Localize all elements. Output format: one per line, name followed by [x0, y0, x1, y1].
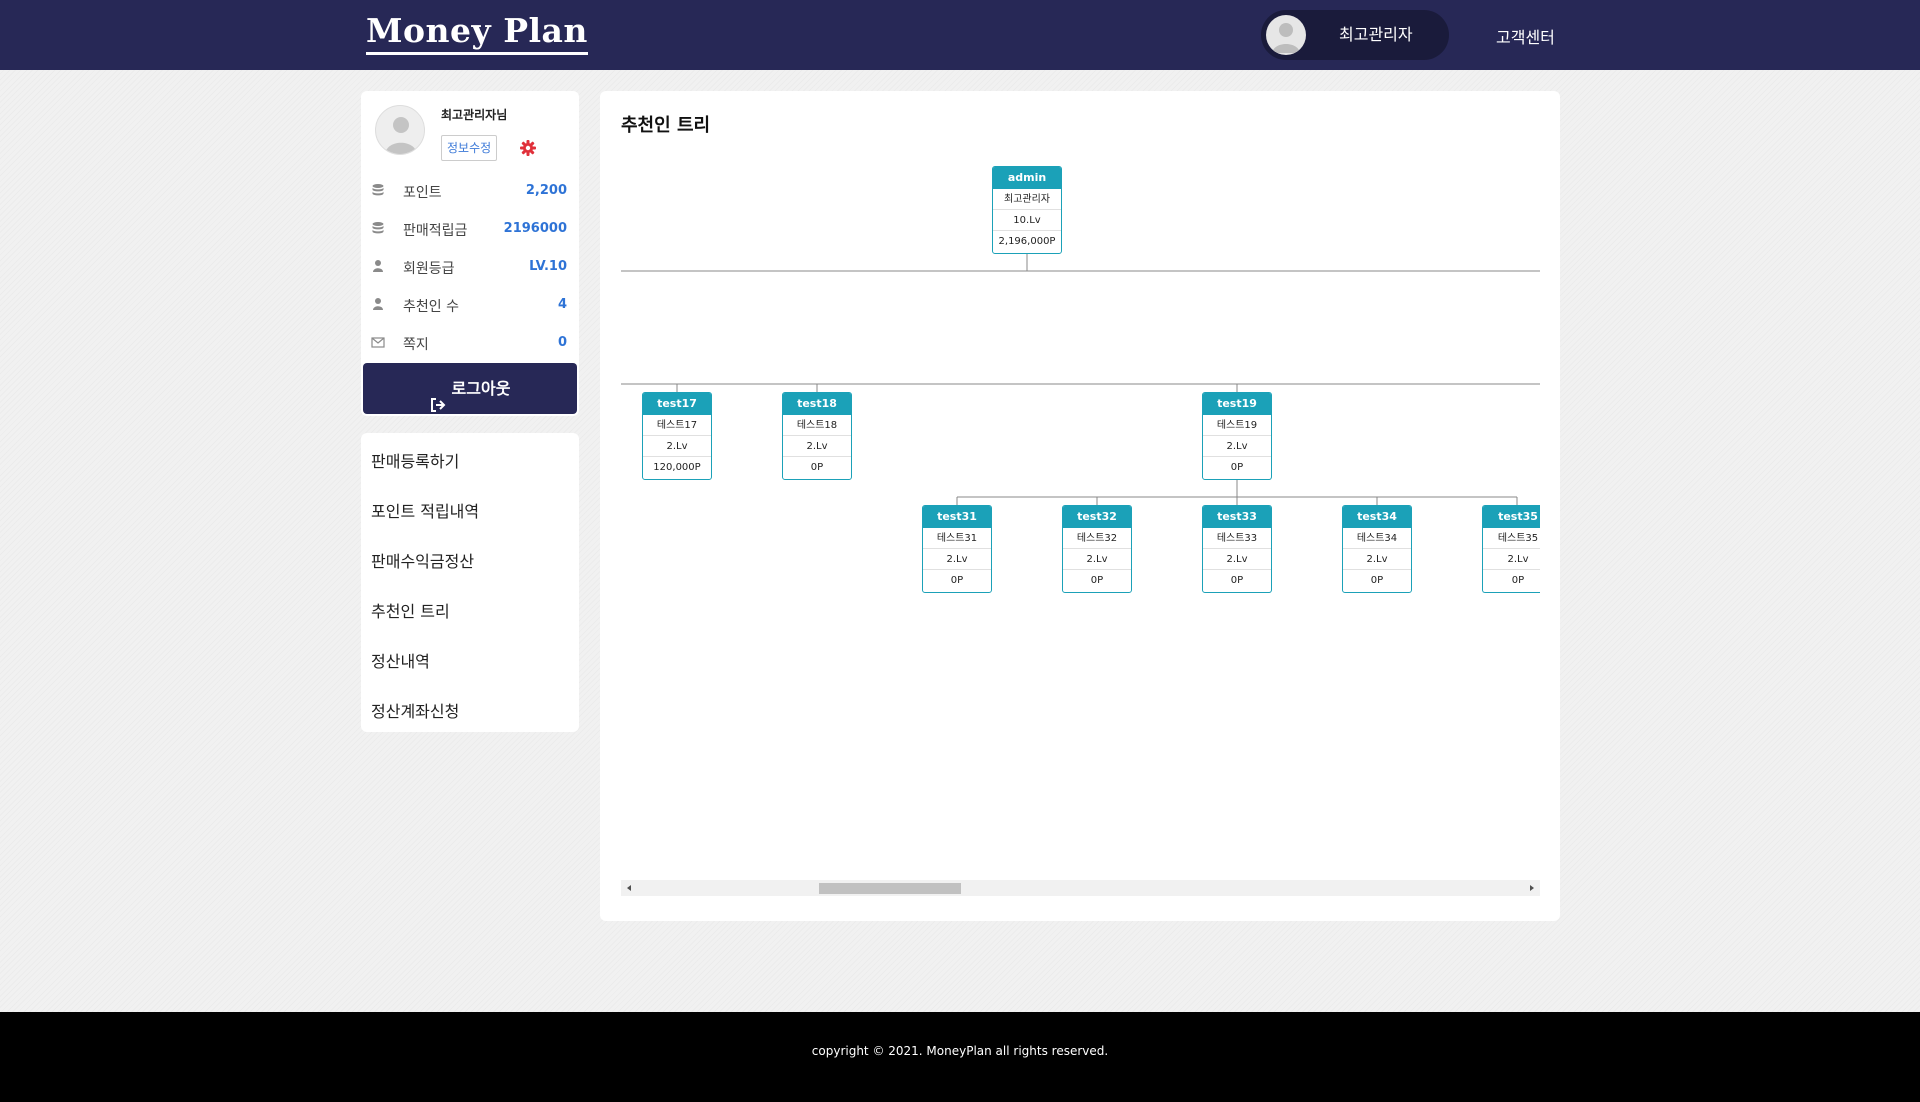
sign-out-icon — [430, 382, 446, 412]
copyright-text: copyright © 2021. MoneyPlan all rights r… — [811, 1044, 1109, 1058]
envelope-icon — [371, 335, 385, 349]
stat-row-member-grade: 회원등급 LV.10 — [371, 255, 573, 279]
referral-count-value: 4 — [557, 297, 567, 312]
tree-node[interactable]: test31 테스트31 2.Lv 0P — [922, 505, 992, 593]
tree-node[interactable]: test33 테스트33 2.Lv 0P — [1202, 505, 1272, 593]
scroll-right-arrow-icon[interactable] — [1524, 880, 1540, 896]
scrollbar-thumb[interactable] — [819, 883, 961, 894]
tree-node[interactable]: test32 테스트32 2.Lv 0P — [1062, 505, 1132, 593]
customer-center-link[interactable]: 고객센터 — [1496, 24, 1555, 48]
stat-row-referrals: 추천인 수 4 — [371, 293, 573, 317]
member-grade-value: LV.10 — [529, 259, 567, 274]
main-panel: 추천인 트리 admin 최고관리자 10.Lv 2,196,000P test… — [600, 91, 1560, 921]
logout-button[interactable]: 로그아웃 — [363, 363, 577, 414]
database-icon — [371, 183, 385, 197]
profile-name: 최고관리자님 — [441, 108, 508, 122]
tree-horizontal-scrollbar[interactable] — [621, 880, 1540, 896]
menu-item-account-request[interactable]: 정산계좌신청 — [371, 694, 571, 730]
gear-icon[interactable] — [518, 138, 538, 158]
sales-reserve-value: 2196000 — [503, 221, 567, 236]
points-value: 2,200 — [525, 183, 567, 198]
page-footer: copyright © 2021. MoneyPlan all rights r… — [0, 1012, 1920, 1102]
menu-item-settlement-history[interactable]: 정산내역 — [371, 644, 571, 680]
profile-card: 최고관리자님 정보수정 포인트 2,200 판매적립금 2196000 회원등급… — [361, 91, 579, 416]
tree-node[interactable]: test17 테스트17 2.Lv 120,000P — [642, 392, 712, 480]
tree-node[interactable]: test35 테스트35 2.Lv 0P — [1482, 505, 1540, 593]
edit-profile-button[interactable]: 정보수정 — [441, 135, 498, 161]
stat-row-points: 포인트 2,200 — [371, 179, 573, 203]
menu-item-sales-settlement[interactable]: 판매수익금정산 — [371, 544, 571, 580]
user-icon — [371, 259, 385, 273]
user-icon — [371, 297, 385, 311]
menu-item-sales-register[interactable]: 판매등록하기 — [371, 444, 571, 480]
scroll-left-arrow-icon[interactable] — [621, 880, 637, 896]
header-user-name: 최고관리자 — [1339, 25, 1413, 44]
sidebar-menu: 판매등록하기 포인트 적립내역 판매수익금정산 추천인 트리 정산내역 정산계좌… — [361, 433, 579, 732]
tree-node-root[interactable]: admin 최고관리자 10.Lv 2,196,000P — [992, 166, 1062, 254]
menu-item-point-history[interactable]: 포인트 적립내역 — [371, 494, 571, 530]
menu-item-referral-tree[interactable]: 추천인 트리 — [371, 594, 571, 630]
stat-row-messages[interactable]: 쪽지 0 — [371, 331, 573, 355]
database-icon — [371, 221, 385, 235]
stat-row-sales-reserve: 판매적립금 2196000 — [371, 217, 573, 241]
user-menu-pill[interactable]: 최고관리자 — [1261, 10, 1449, 60]
user-avatar-icon — [1266, 15, 1306, 55]
tree-node[interactable]: test18 테스트18 2.Lv 0P — [782, 392, 852, 480]
top-header: Money Plan 최고관리자 고객센터 — [0, 0, 1920, 70]
message-count-value: 0 — [557, 335, 567, 350]
tree-node[interactable]: test19 테스트19 2.Lv 0P — [1202, 392, 1272, 480]
profile-avatar-icon — [375, 105, 425, 155]
tree-node[interactable]: test34 테스트34 2.Lv 0P — [1342, 505, 1412, 593]
site-logo[interactable]: Money Plan — [366, 12, 588, 55]
